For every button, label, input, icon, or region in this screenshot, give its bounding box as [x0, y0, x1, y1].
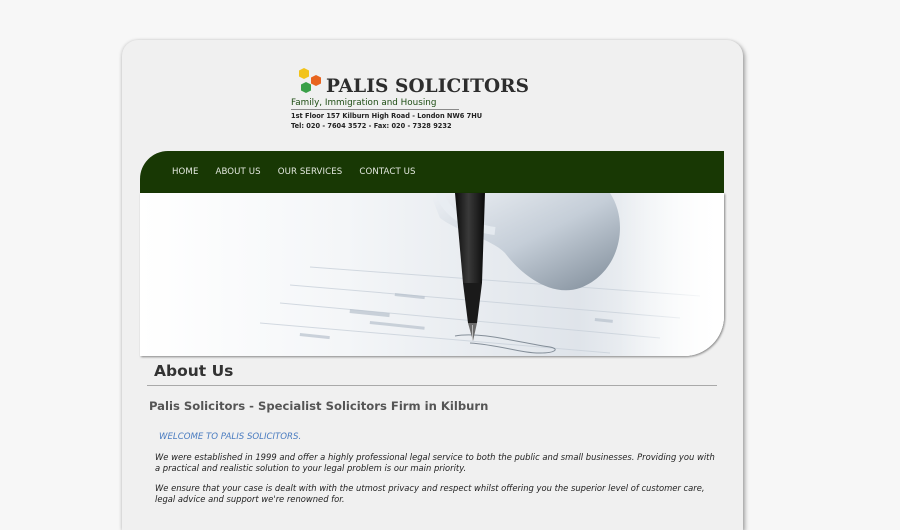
brand-address: 1st Floor 157 Kilburn High Road - London… [291, 112, 483, 120]
hero-banner [140, 193, 724, 356]
nav-item-our-services[interactable]: OUR SERVICES [278, 167, 343, 177]
main-nav: HOME ABOUT US OUR SERVICES CONTACT US [140, 151, 724, 193]
nav-item-home[interactable]: HOME [172, 167, 198, 177]
title-divider [147, 385, 717, 386]
brand-phone: Tel: 020 - 7604 3572 - Fax: 020 - 7328 9… [291, 122, 452, 130]
page-title: About Us [154, 362, 234, 380]
page-container: PALIS SOLICITORS Family, Immigration and… [122, 40, 743, 530]
intro-paragraph: We were established in 1999 and offer a … [155, 452, 715, 473]
logo-icon [299, 68, 321, 93]
intro-paragraph: We ensure that your case is dealt with w… [155, 483, 705, 504]
page-subtitle: Palis Solicitors - Specialist Solicitors… [149, 399, 489, 413]
hero-pen-image [140, 193, 724, 356]
brand-tagline: Family, Immigration and Housing [291, 98, 459, 110]
nav-item-about-us[interactable]: ABOUT US [215, 167, 260, 177]
brand-name[interactable]: PALIS SOLICITORS [326, 76, 529, 97]
nav-item-contact-us[interactable]: CONTACT US [359, 167, 415, 177]
welcome-text: WELCOME TO PALIS SOLICITORS. [159, 432, 302, 442]
